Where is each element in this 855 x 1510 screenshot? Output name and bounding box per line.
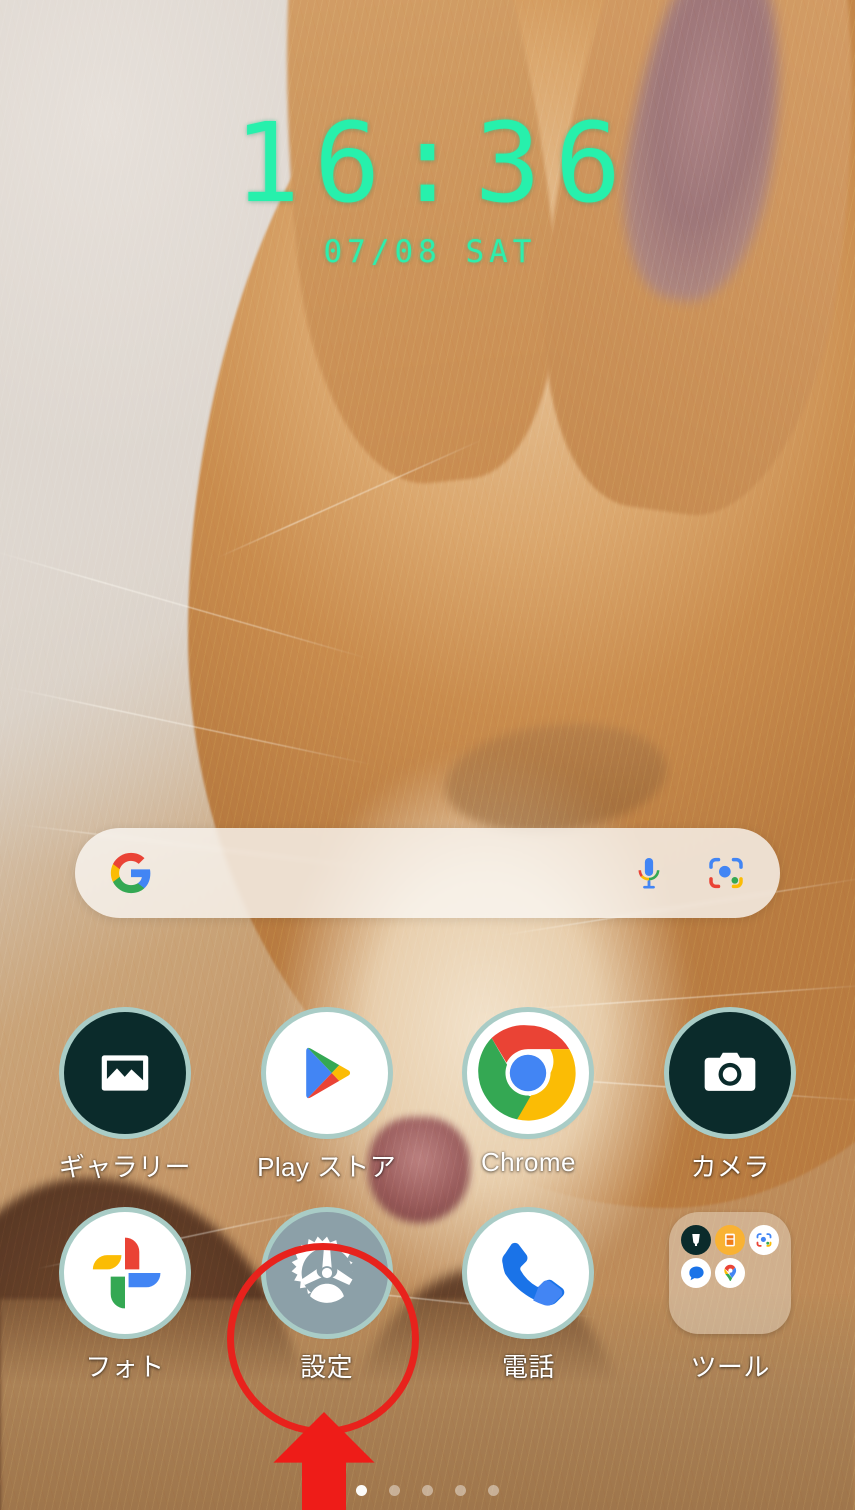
app-chrome[interactable]: Chrome [438,1012,618,1178]
home-screen: 16:36 07/08 SAT ギャラリー Play ストア Chrome カメ… [0,0,855,1510]
app-label: 電話 [501,1352,555,1382]
app-phone[interactable]: 電話 [438,1212,618,1384]
app-row-1: ギャラリー Play ストア Chrome カメラ [0,1012,855,1184]
chrome-icon[interactable] [467,1012,590,1134]
page-dot[interactable] [455,1485,466,1496]
google-photos-icon[interactable] [63,1212,186,1334]
calculator-icon [715,1225,746,1255]
app-settings[interactable]: 設定 [237,1212,417,1384]
page-indicator[interactable] [0,1485,855,1496]
clock-time[interactable]: 16:36 [0,108,855,218]
app-row-2: フォト 設定 電話 ツール [0,1212,855,1384]
page-dot[interactable] [389,1485,400,1496]
clock-date[interactable]: 07/08 SAT [0,234,855,270]
app-label: Play ストア [257,1152,397,1182]
messages-icon [681,1258,712,1288]
page-dot[interactable] [356,1485,367,1496]
google-search-bar[interactable] [75,828,780,918]
clock-widget[interactable]: 16:36 07/08 SAT [0,108,855,270]
settings-gear-icon[interactable] [265,1212,388,1334]
google-g-icon [109,851,153,895]
google-lens-icon [748,1225,779,1255]
camera-icon[interactable] [669,1012,792,1134]
google-maps-icon [715,1258,746,1288]
app-label: Chrome [480,1147,576,1177]
search-input[interactable] [153,828,630,918]
phone-icon[interactable] [467,1212,590,1334]
app-label: カメラ [690,1152,770,1182]
app-label: ツール [690,1352,770,1382]
gallery-icon[interactable] [63,1012,186,1134]
app-camera[interactable]: カメラ [640,1012,820,1184]
google-lens-icon[interactable] [706,853,746,893]
page-dot[interactable] [488,1485,499,1496]
app-label: 設定 [300,1352,354,1382]
app-grid: ギャラリー Play ストア Chrome カメラ フォト 設定 電話 ツール [0,1012,855,1384]
microphone-icon[interactable] [630,854,668,892]
play-store-icon[interactable] [265,1012,388,1134]
files-icon [681,1225,712,1255]
page-dot[interactable] [422,1485,433,1496]
app-folder-tools[interactable]: ツール [640,1212,820,1384]
folder-icon[interactable] [669,1212,792,1334]
app-photos[interactable]: フォト [35,1212,215,1384]
app-play-store[interactable]: Play ストア [237,1012,417,1184]
app-label: フォト [85,1352,165,1382]
app-label: ギャラリー [58,1152,191,1182]
app-gallery[interactable]: ギャラリー [35,1012,215,1184]
